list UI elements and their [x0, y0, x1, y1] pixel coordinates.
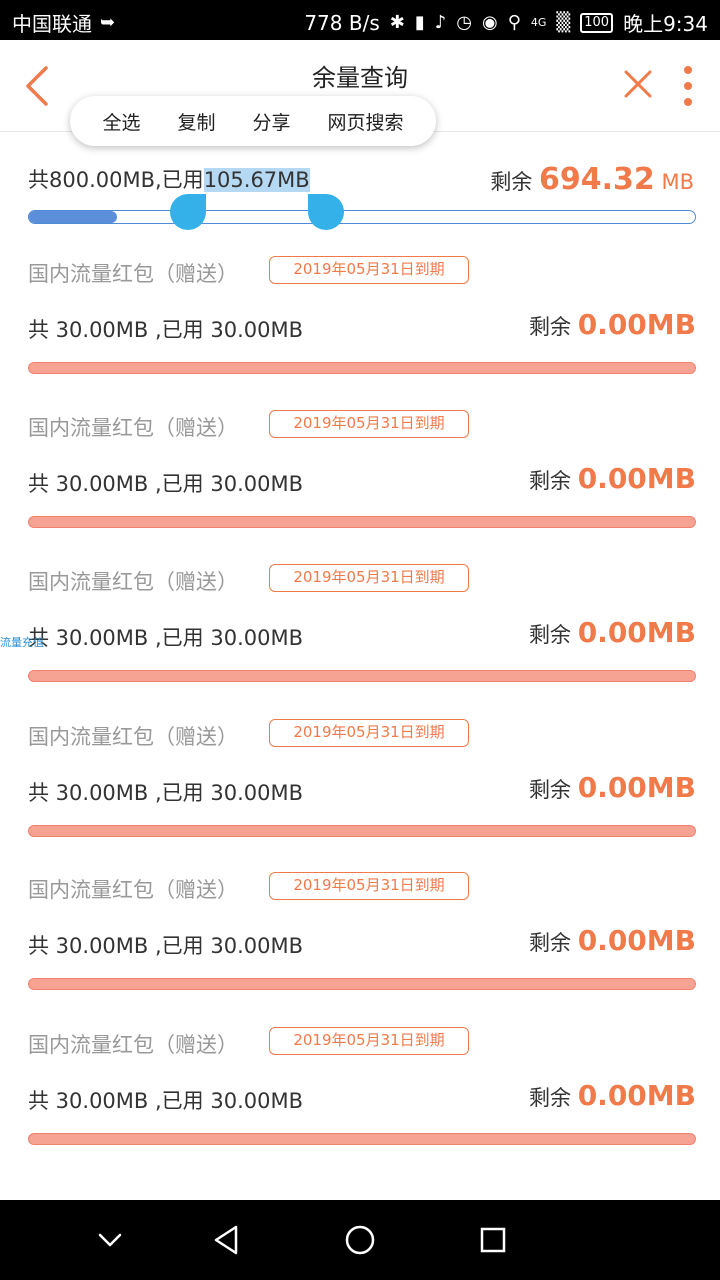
content-area[interactable]: 共800.00MB,已用105.67MB 剩余 694.32 MB 国内流量红包…	[0, 132, 720, 1200]
package-remain-label: 剩余	[529, 931, 572, 955]
package-usage: 共 30.00MB ,已用 30.00MB	[28, 934, 303, 958]
package-card: 国内流量红包（赠送） 2019年05月31日到期 共 30.00MB ,已用 3…	[28, 256, 696, 398]
package-remain-value: 0.00MB	[577, 1079, 696, 1112]
selection-handle-start[interactable]	[170, 194, 206, 230]
nav-back-icon[interactable]	[208, 1220, 248, 1260]
package-remain: 剩余 0.00MB	[529, 462, 696, 495]
status-left: 中国联通 ➥	[12, 8, 115, 37]
package-remain-value: 0.00MB	[577, 462, 696, 495]
package-remain: 剩余 0.00MB	[529, 771, 696, 804]
package-remain-label: 剩余	[529, 1086, 572, 1110]
eye-icon: ◉	[481, 11, 498, 33]
main-usage-row: 共800.00MB,已用105.67MB 剩余 694.32 MB	[28, 162, 694, 198]
menu-share[interactable]: 分享	[248, 108, 294, 135]
package-remain-label: 剩余	[529, 315, 572, 339]
clock: 晚上9:34	[623, 12, 708, 36]
close-icon[interactable]	[620, 66, 656, 102]
system-nav-bar	[0, 1200, 720, 1280]
package-card: 国内流量红包（赠送） 2019年05月31日到期 共 30.00MB ,已用 3…	[28, 410, 696, 552]
package-remain-value: 0.00MB	[577, 308, 696, 341]
page-title: 余量查询	[312, 64, 408, 92]
mute-icon: ♪	[434, 11, 447, 33]
network-type: 4G	[530, 16, 547, 29]
package-usage: 共 30.00MB ,已用 30.00MB	[28, 472, 303, 496]
package-name: 国内流量红包（赠送）	[28, 570, 238, 594]
expiry-badge: 2019年05月31日到期	[269, 872, 469, 900]
package-usage: 共 30.00MB ,已用 30.00MB	[28, 781, 303, 805]
package-usage: 共 30.00MB ,已用 30.00MB	[28, 318, 303, 342]
menu-web-search[interactable]: 网页搜索	[323, 108, 407, 135]
expiry-badge: 2019年05月31日到期	[269, 564, 469, 592]
carrier-label: 中国联通	[12, 12, 92, 36]
package-remain-value: 0.00MB	[577, 771, 696, 804]
vibrate-icon: ▮	[414, 11, 425, 33]
key-icon: ⚲	[507, 11, 521, 33]
expiry-badge: 2019年05月31日到期	[269, 1027, 469, 1055]
package-name: 国内流量红包（赠送）	[28, 878, 238, 902]
package-remain: 剩余 0.00MB	[529, 308, 696, 341]
nav-home-icon[interactable]	[340, 1220, 380, 1260]
signal-icon: ▒	[556, 11, 571, 33]
main-total-text: 共800.00MB,已用	[28, 168, 204, 192]
package-usage: 共 30.00MB ,已用 30.00MB	[28, 1089, 303, 1113]
status-bar: 中国联通 ➥ 778 B/s ✱ ▮ ♪ ◷ ◉ ⚲ 4G ▒ 100 晚上9:…	[0, 0, 720, 40]
alarm-icon: ◷	[456, 11, 472, 33]
menu-select-all[interactable]: 全选	[98, 108, 144, 135]
package-usage-bar	[28, 978, 696, 990]
package-name: 国内流量红包（赠送）	[28, 1033, 238, 1057]
battery-icon: 100	[580, 12, 614, 33]
package-remain-value: 0.00MB	[577, 924, 696, 957]
remain-unit: MB	[661, 170, 694, 194]
network-speed: 778 B/s	[304, 10, 380, 35]
main-used-selected[interactable]: 105.67MB	[203, 168, 310, 192]
main-remain: 剩余 694.32 MB	[490, 162, 694, 197]
status-right: 778 B/s ✱ ▮ ♪ ◷ ◉ ⚲ 4G ▒ 100 晚上9:34	[304, 8, 708, 37]
package-card: 国内流量红包（赠送） 2019年05月31日到期 共 30.00MB ,已用 3…	[28, 1027, 696, 1169]
remain-label: 剩余	[490, 170, 533, 194]
floating-recharge-link[interactable]: 流量充值	[0, 634, 44, 650]
package-remain-label: 剩余	[529, 623, 572, 647]
package-remain: 剩余 0.00MB	[529, 616, 696, 649]
package-remain: 剩余 0.00MB	[529, 1079, 696, 1112]
expiry-badge: 2019年05月31日到期	[269, 256, 469, 284]
more-vert-icon[interactable]	[676, 66, 700, 106]
rocket-icon: ➥	[100, 11, 116, 33]
package-name: 国内流量红包（赠送）	[28, 262, 238, 286]
package-usage-bar	[28, 362, 696, 374]
package-card: 国内流量红包（赠送） 2019年05月31日到期 共 30.00MB ,已用 3…	[28, 872, 696, 1014]
nav-recents-icon[interactable]	[473, 1220, 513, 1260]
package-name: 国内流量红包（赠送）	[28, 416, 238, 440]
package-usage-bar	[28, 1133, 696, 1145]
bluetooth-icon: ✱	[389, 11, 405, 33]
package-usage: 共 30.00MB ,已用 30.00MB	[28, 626, 303, 650]
selection-handle-end[interactable]	[308, 194, 344, 230]
package-remain-label: 剩余	[529, 469, 572, 493]
nav-down-icon[interactable]	[90, 1220, 130, 1260]
expiry-badge: 2019年05月31日到期	[269, 719, 469, 747]
package-card: 国内流量红包（赠送） 2019年05月31日到期 共 30.00MB ,已用 3…	[28, 719, 696, 861]
main-usage-bar	[28, 210, 696, 224]
package-name: 国内流量红包（赠送）	[28, 725, 238, 749]
package-card: 国内流量红包（赠送） 2019年05月31日到期 共 30.00MB ,已用 3…	[28, 564, 696, 706]
package-usage-bar	[28, 516, 696, 528]
main-usage-fill	[29, 211, 117, 223]
package-usage-bar	[28, 670, 696, 682]
expiry-badge: 2019年05月31日到期	[269, 410, 469, 438]
battery-level: 100	[584, 15, 610, 30]
package-remain-value: 0.00MB	[577, 616, 696, 649]
menu-copy[interactable]: 复制	[173, 108, 219, 135]
text-selection-menu: 全选 复制 分享 网页搜索	[70, 96, 436, 146]
package-remain-label: 剩余	[529, 778, 572, 802]
main-usage-text: 共800.00MB,已用105.67MB	[28, 164, 310, 194]
package-usage-bar	[28, 825, 696, 837]
remain-value: 694.32	[539, 162, 655, 197]
package-remain: 剩余 0.00MB	[529, 924, 696, 957]
